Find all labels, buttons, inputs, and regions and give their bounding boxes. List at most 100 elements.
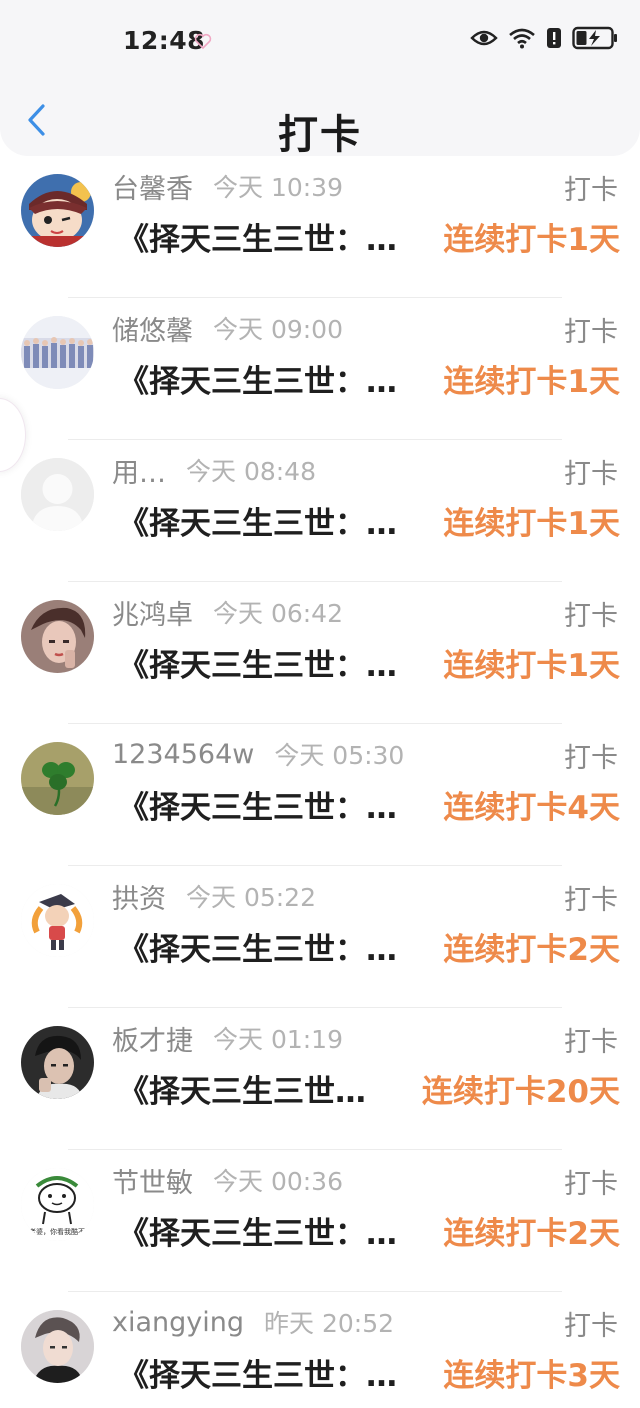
streak-count: 连续打卡20天 xyxy=(421,1073,620,1110)
avatar[interactable] xyxy=(21,600,94,673)
heart-icon xyxy=(194,33,212,50)
user-name: 用… xyxy=(112,457,166,489)
item-header: 节世敏 今天 00:36 xyxy=(112,1162,620,1199)
item-header: 储悠馨 今天 09:00 xyxy=(112,310,620,347)
checkin-time: 今天 08:48 xyxy=(186,457,316,486)
avatar[interactable] xyxy=(21,174,94,247)
list-item[interactable]: xiangying 昨天 20:52 打卡 《择天三生三世：… 连续打卡3天 xyxy=(0,1292,640,1408)
item-header: 用… 今天 08:48 xyxy=(112,452,620,489)
checkin-time: 今天 09:00 xyxy=(213,315,343,344)
top-bar: 12:48 打卡 xyxy=(0,0,640,158)
item-body: 《择天三生三世：… 连续打卡1天 xyxy=(118,356,620,400)
checkin-time: 昨天 20:52 xyxy=(264,1309,395,1338)
portrait-avatar-icon xyxy=(21,1026,94,1099)
user-name: 板才捷 xyxy=(112,1025,193,1057)
list-item[interactable]: 台馨香 今天 10:39 打卡 《择天三生三世：… 连续打卡1天 xyxy=(0,156,640,298)
book-title: 《择天三生三世：… xyxy=(118,363,397,400)
list-item[interactable]: 用… 今天 08:48 打卡 《择天三生三世：… 连续打卡1天 xyxy=(0,440,640,582)
item-body: 《择天三生三世：… 连续打卡3天 xyxy=(118,1350,620,1394)
item-body: 《择天三生三世：… 连续打卡1天 xyxy=(118,214,620,258)
item-body: 《择天三生三世：… 连续打卡1天 xyxy=(118,498,620,542)
avatar[interactable] xyxy=(21,884,94,957)
avatar[interactable] xyxy=(21,316,94,389)
list-item[interactable]: 板才捷 今天 01:19 打卡 《择天三生三世… 连续打卡20天 xyxy=(0,1008,640,1150)
page-title: 打卡 xyxy=(278,112,362,158)
book-title: 《择天三生三世：… xyxy=(118,505,397,542)
checkin-time: 今天 01:19 xyxy=(213,1025,343,1054)
item-header: 兆鸿卓 今天 06:42 xyxy=(112,594,620,631)
list-item[interactable]: 老婆，你看我酷不 节世敏 今天 00:36 打卡 《择天三生三世：… 连续打卡2… xyxy=(0,1150,640,1292)
cartoon-avatar-icon xyxy=(21,174,94,247)
streak-count: 连续打卡1天 xyxy=(443,363,620,400)
user-name: 节世敏 xyxy=(112,1167,193,1199)
user-name: 兆鸿卓 xyxy=(112,599,193,631)
list-item[interactable]: 储悠馨 今天 09:00 打卡 《择天三生三世：… 连续打卡1天 xyxy=(0,298,640,440)
avatar[interactable] xyxy=(21,1026,94,1099)
default-avatar-icon xyxy=(21,458,94,531)
book-title: 《择天三生三世：… xyxy=(118,1215,397,1252)
checkin-list: 台馨香 今天 10:39 打卡 《择天三生三世：… 连续打卡1天 储悠馨 今天 … xyxy=(0,156,640,1408)
streak-count: 连续打卡1天 xyxy=(443,647,620,684)
avatar[interactable] xyxy=(21,742,94,815)
item-body: 《择天三生三世：… 连续打卡1天 xyxy=(118,640,620,684)
book-title: 《择天三生三世：… xyxy=(118,647,397,684)
item-header: 拱资 今天 05:22 xyxy=(112,878,620,915)
book-title: 《择天三生三世：… xyxy=(118,789,397,826)
status-icons xyxy=(470,26,618,50)
item-header: 台馨香 今天 10:39 xyxy=(112,168,620,205)
list-item[interactable]: 1234564w 今天 05:30 打卡 《择天三生三世：… 连续打卡4天 xyxy=(0,724,640,866)
user-name: 储悠馨 xyxy=(112,315,193,347)
avatar[interactable] xyxy=(21,1310,94,1383)
user-name: xiangying xyxy=(112,1306,245,1338)
group-photo-avatar-icon xyxy=(21,316,94,389)
streak-count: 连续打卡4天 xyxy=(443,789,620,826)
portrait-avatar-icon xyxy=(21,1310,94,1383)
item-body: 《择天三生三世：… 连续打卡4天 xyxy=(118,782,620,826)
checkin-time: 今天 06:42 xyxy=(213,599,343,628)
user-name: 拱资 xyxy=(112,883,166,915)
streak-count: 连续打卡2天 xyxy=(443,931,620,968)
status-bar: 12:48 xyxy=(0,0,640,80)
sim-alert-icon xyxy=(547,28,561,48)
streak-count: 连续打卡1天 xyxy=(443,505,620,542)
book-title: 《择天三生三世：… xyxy=(118,931,397,968)
portrait-avatar-icon xyxy=(21,600,94,673)
streak-count: 连续打卡2天 xyxy=(443,1215,620,1252)
checkin-label: 打卡 xyxy=(564,459,618,490)
user-name: 1234564w xyxy=(112,738,255,770)
checkin-time: 今天 10:39 xyxy=(213,173,343,202)
anime-avatar-icon xyxy=(21,884,94,957)
checkin-label: 打卡 xyxy=(564,1311,618,1342)
item-header: xiangying 昨天 20:52 xyxy=(112,1304,620,1340)
avatar[interactable] xyxy=(21,458,94,531)
item-body: 《择天三生三世：… 连续打卡2天 xyxy=(118,1208,620,1252)
checkin-label: 打卡 xyxy=(564,743,618,774)
avatar[interactable]: 老婆，你看我酷不 xyxy=(21,1168,94,1241)
book-title: 《择天三生三世：… xyxy=(118,1357,397,1394)
book-title: 《择天三生三世… xyxy=(118,1073,366,1110)
item-body: 《择天三生三世：… 连续打卡2天 xyxy=(118,924,620,968)
wifi-icon xyxy=(509,28,535,49)
user-name: 台馨香 xyxy=(112,173,193,205)
list-item[interactable]: 拱资 今天 05:22 打卡 《择天三生三世：… 连续打卡2天 xyxy=(0,866,640,1008)
item-body: 《择天三生三世… 连续打卡20天 xyxy=(118,1066,620,1110)
item-header: 1234564w 今天 05:30 xyxy=(112,736,620,772)
checkin-label: 打卡 xyxy=(564,885,618,916)
eye-icon xyxy=(470,30,498,46)
checkin-label: 打卡 xyxy=(564,1027,618,1058)
battery-charging-icon xyxy=(572,26,617,50)
item-header: 板才捷 今天 01:19 xyxy=(112,1020,620,1057)
checkin-label: 打卡 xyxy=(564,175,618,206)
checkin-time: 今天 05:22 xyxy=(186,883,316,912)
checkin-label: 打卡 xyxy=(564,317,618,348)
clover-avatar-icon xyxy=(21,742,94,815)
list-item[interactable]: 兆鸿卓 今天 06:42 打卡 《择天三生三世：… 连续打卡1天 xyxy=(0,582,640,724)
streak-count: 连续打卡1天 xyxy=(443,221,620,258)
streak-count: 连续打卡3天 xyxy=(443,1357,620,1394)
checkin-time: 今天 00:36 xyxy=(213,1167,343,1196)
nav-bar: 打卡 xyxy=(0,80,640,158)
avatar-caption: 老婆，你看我酷不 xyxy=(29,1227,85,1236)
checkin-label: 打卡 xyxy=(564,1169,618,1200)
checkin-label: 打卡 xyxy=(564,601,618,632)
checkin-time: 今天 05:30 xyxy=(274,741,405,770)
